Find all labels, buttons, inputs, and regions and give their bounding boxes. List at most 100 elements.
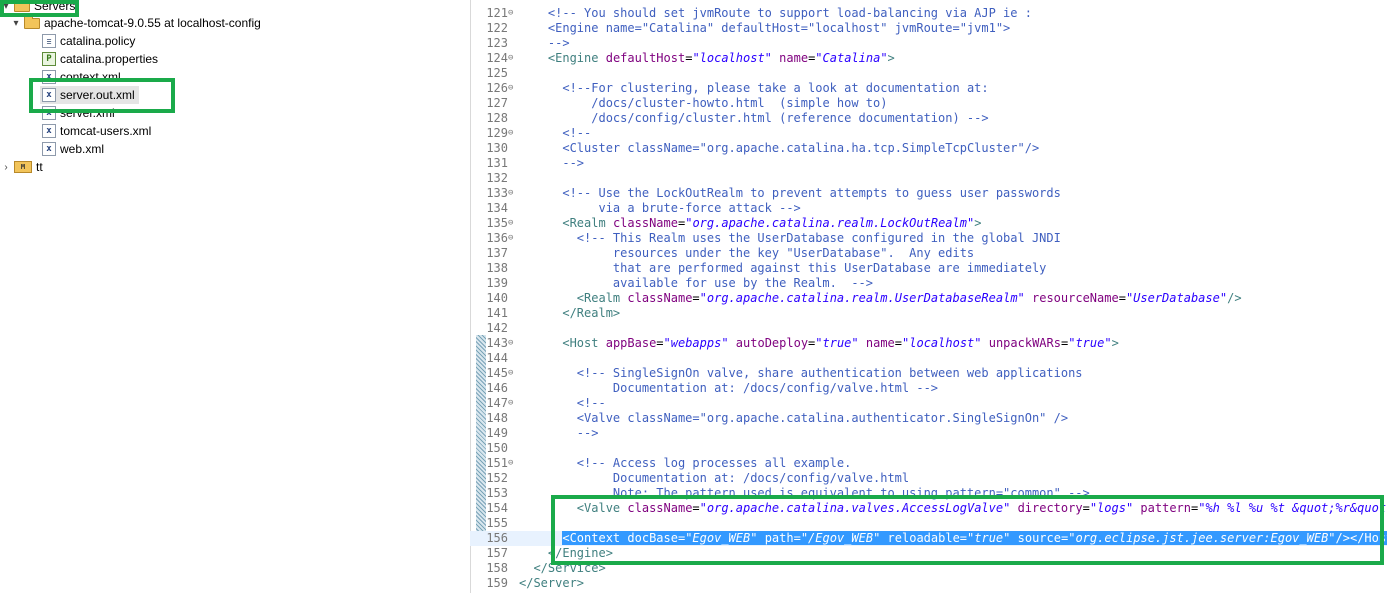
tree-item-file[interactable]: P catalina.properties <box>40 50 158 68</box>
line-number: 131 <box>486 156 508 170</box>
code-text: Documentation at: /docs/config/valve.htm… <box>612 381 939 395</box>
code-line[interactable]: 122 <Engine name="Catalina" defaultHost=… <box>470 21 1387 36</box>
code-line[interactable]: 123 --> <box>470 36 1387 51</box>
fold-toggle-icon[interactable]: ⊖ <box>508 366 518 381</box>
line-number: 141 <box>486 306 508 320</box>
code-line[interactable]: 153 Note: The pattern used is equivalent… <box>470 486 1387 501</box>
code-line[interactable]: 126 ⊖ <!--For clustering, please take a l… <box>470 81 1387 96</box>
xml-file-icon: x <box>42 88 56 102</box>
code-line[interactable]: 131 --> <box>470 156 1387 171</box>
code-line[interactable]: 143 ⊖ <Host appBase="webapps" autoDeploy=… <box>470 336 1387 351</box>
code-text: /docs/cluster-howto.html (simple how to) <box>591 96 888 110</box>
code-line[interactable]: 154 <Valve className="org.apache.catalin… <box>470 501 1387 516</box>
code-text: </Engine> <box>547 546 613 560</box>
xml-file-icon: x <box>42 142 56 156</box>
tree-item-file[interactable]: x tomcat-users.xml <box>40 122 151 140</box>
file-label: context.xml <box>60 70 121 84</box>
servers-label: Servers <box>34 0 76 13</box>
tree-item-file[interactable]: x context.xml <box>40 68 121 86</box>
code-line[interactable]: 127 /docs/cluster-howto.html (simple how… <box>470 96 1387 111</box>
fold-toggle-icon[interactable]: ⊖ <box>508 81 518 96</box>
code-line[interactable]: 142 <box>470 321 1387 336</box>
fold-toggle-icon[interactable]: ⊖ <box>508 231 518 246</box>
tree-item-project[interactable]: › M tt <box>0 158 43 176</box>
line-number: 156 <box>486 531 508 545</box>
code-text: resources under the key "UserDatabase". … <box>612 246 975 260</box>
expand-arrow-icon[interactable]: ▾ <box>10 18 22 29</box>
code-line[interactable]: 134 via a brute-force attack --> <box>470 201 1387 216</box>
properties-file-icon: P <box>42 52 56 66</box>
code-line[interactable]: 138 that are performed against this User… <box>470 261 1387 276</box>
code-line[interactable]: 152 Documentation at: /docs/config/valve… <box>470 471 1387 486</box>
tree-item-file[interactable]: ≡ catalina.policy <box>40 32 135 50</box>
line-number: 142 <box>486 321 508 335</box>
line-number: 157 <box>486 546 508 560</box>
project-explorer: ▾ Servers ▾ apache-tomcat-9.0.55 at loca… <box>0 0 471 593</box>
code-text: <Context docBase="Egov_WEB" path="/Egov_… <box>519 531 1387 546</box>
code-line[interactable]: 121 ⊖ <!-- You should set jvmRoute to sup… <box>470 6 1387 21</box>
tree-item-file-selected[interactable]: x server.out.xml <box>40 86 139 104</box>
code-line[interactable]: 157 </Engine> <box>470 546 1387 561</box>
fold-toggle-icon[interactable]: ⊖ <box>508 51 518 66</box>
tree-item-file[interactable]: x web.xml <box>40 140 104 158</box>
code-line[interactable]: 155 <box>470 516 1387 531</box>
xml-editor[interactable]: 121 ⊖ <!-- You should set jvmRoute to sup… <box>470 0 1387 593</box>
code-line[interactable]: 136 ⊖ <!-- This Realm uses the UserDataba… <box>470 231 1387 246</box>
code-line[interactable]: 129 ⊖ <!-- <box>470 126 1387 141</box>
line-number: 138 <box>486 261 508 275</box>
code-text: <!-- SingleSignOn valve, share authentic… <box>576 366 1083 380</box>
folder-icon <box>14 0 30 12</box>
code-line[interactable]: 133 ⊖ <!-- Use the LockOutRealm to preven… <box>470 186 1387 201</box>
line-number: 154 <box>486 501 508 515</box>
line-number: 146 <box>486 381 508 395</box>
code-line[interactable]: 132 <box>470 171 1387 186</box>
line-number: 159 <box>486 576 508 590</box>
code-line[interactable]: 144 <box>470 351 1387 366</box>
fold-toggle-icon[interactable]: ⊖ <box>508 216 518 231</box>
code-line[interactable]: 124 ⊖ <Engine defaultHost="localhost" nam… <box>470 51 1387 66</box>
code-line[interactable]: 130 <Cluster className="org.apache.catal… <box>470 141 1387 156</box>
line-number: 125 <box>486 66 508 80</box>
code-line[interactable]: 150 <box>470 441 1387 456</box>
code-line[interactable]: 125 <box>470 66 1387 81</box>
code-line[interactable]: 137 resources under the key "UserDatabas… <box>470 246 1387 261</box>
fold-toggle-icon[interactable]: ⊖ <box>508 396 518 411</box>
file-label: catalina.properties <box>60 52 159 66</box>
code-text: </Server> <box>519 576 585 590</box>
code-line[interactable]: 128 /docs/config/cluster.html (reference… <box>470 111 1387 126</box>
tree-item-file[interactable]: x server.xml <box>40 104 115 122</box>
fold-toggle-icon[interactable]: ⊖ <box>508 6 518 21</box>
line-number: 123 <box>486 36 508 50</box>
code-text: Note: The pattern used is equivalent to … <box>612 486 1090 500</box>
fold-toggle-icon[interactable]: ⊖ <box>508 186 518 201</box>
code-line[interactable]: 140 <Realm className="org.apache.catalin… <box>470 291 1387 306</box>
code-text: <Realm className="org.apache.catalina.re… <box>576 291 1242 305</box>
line-number: 130 <box>486 141 508 155</box>
server-label: apache-tomcat-9.0.55 at localhost-config <box>44 16 261 30</box>
fold-toggle-icon[interactable]: ⊖ <box>508 336 518 351</box>
project-label: tt <box>36 160 43 174</box>
code-line[interactable]: 156 <Context docBase="Egov_WEB" path="/E… <box>470 531 1387 546</box>
collapse-arrow-icon[interactable]: › <box>0 162 12 173</box>
code-line[interactable]: 159 </Server> <box>470 576 1387 591</box>
code-line[interactable]: 139 available for use by the Realm. --> <box>470 276 1387 291</box>
fold-toggle-icon[interactable]: ⊖ <box>508 456 518 471</box>
line-number: 126 <box>486 81 508 95</box>
code-text: --> <box>576 426 599 440</box>
code-line[interactable]: 151 ⊖ <!-- Access log processes all examp… <box>470 456 1387 471</box>
code-line[interactable]: 145 ⊖ <!-- SingleSignOn valve, share auth… <box>470 366 1387 381</box>
line-number: 133 <box>486 186 508 200</box>
code-line[interactable]: 148 <Valve className="org.apache.catalin… <box>470 411 1387 426</box>
fold-toggle-icon[interactable]: ⊖ <box>508 126 518 141</box>
code-line[interactable]: 141 </Realm> <box>470 306 1387 321</box>
tree-item-servers[interactable]: ▾ Servers <box>0 0 75 15</box>
tree-item-server[interactable]: ▾ apache-tomcat-9.0.55 at localhost-conf… <box>10 14 261 32</box>
code-line[interactable]: 149 --> <box>470 426 1387 441</box>
code-line[interactable]: 146 Documentation at: /docs/config/valve… <box>470 381 1387 396</box>
code-text: </Service> <box>533 561 606 575</box>
code-line[interactable]: 158 </Service> <box>470 561 1387 576</box>
code-line[interactable]: 135 ⊖ <Realm className="org.apache.catali… <box>470 216 1387 231</box>
code-line[interactable]: 147 ⊖ <!-- <box>470 396 1387 411</box>
line-number: 140 <box>486 291 508 305</box>
expand-arrow-icon[interactable]: ▾ <box>0 1 12 12</box>
